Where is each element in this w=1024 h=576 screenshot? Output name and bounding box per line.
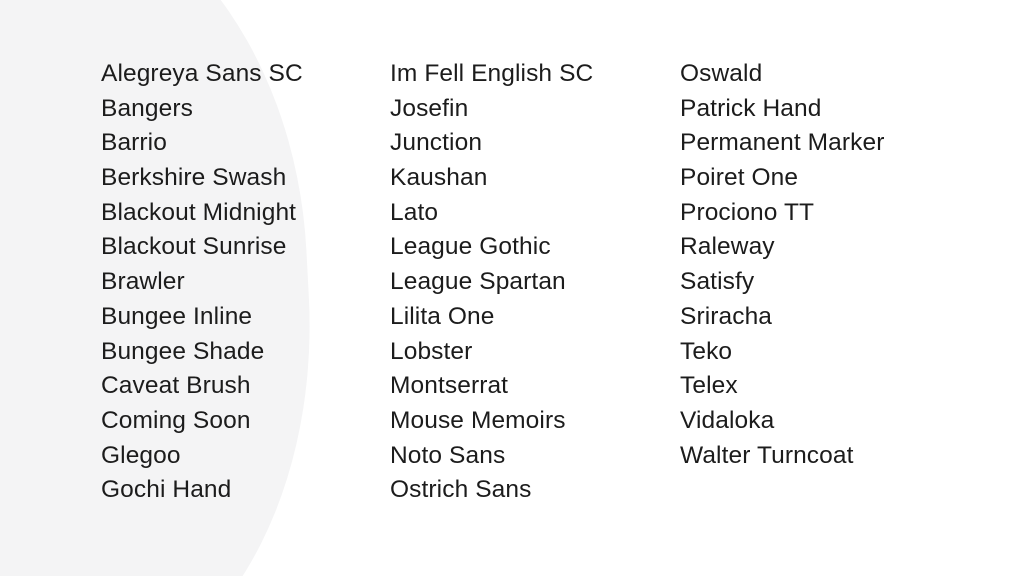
font-name-item: Lobster — [390, 337, 473, 365]
font-name-item: Bungee Shade — [101, 337, 265, 365]
font-name-item: Coming Soon — [101, 406, 251, 434]
font-name-item: Blackout Midnight — [101, 198, 297, 226]
font-name-item: Barrio — [101, 129, 167, 157]
font-name-item: Sriracha — [680, 302, 773, 330]
font-name-item: Gochi Hand — [101, 476, 232, 504]
font-name-item: Patrick Hand — [680, 94, 822, 122]
font-name-item: Noto Sans — [390, 441, 506, 469]
font-name-item: Ostrich Sans — [390, 476, 532, 504]
font-name-item: Bungee Inline — [101, 302, 253, 330]
font-list-column-2: Im Fell English SC Josefin Junction Kaushan… — [390, 57, 670, 508]
font-name-item: Josefin — [390, 94, 469, 122]
font-name-item: Vidaloka — [680, 406, 775, 434]
slide-canvas: Alegreya Sans SC Bangers Barrio Berkshire S… — [0, 0, 1024, 576]
font-name-item: League Gothic — [390, 233, 551, 261]
font-name-item: Walter Turncoat — [680, 441, 854, 469]
font-name-item: Telex — [680, 372, 738, 400]
font-name-item: Permanent Marker — [680, 129, 885, 157]
font-name-item: Teko — [680, 337, 733, 365]
font-name-item: Poiret One — [680, 164, 799, 192]
font-name-item: Alegreya Sans SC — [101, 60, 303, 87]
font-name-item: Kaushan — [390, 164, 488, 192]
font-name-item: Junction — [390, 129, 483, 157]
font-name-item: Oswald — [680, 60, 763, 87]
font-name-item: Glegoo — [101, 441, 181, 469]
font-name-item: Mouse Memoirs — [390, 406, 566, 434]
font-name-item: Caveat Brush — [101, 372, 251, 400]
font-name-item: Bangers — [101, 94, 193, 122]
font-name-item: Im Fell English SC — [390, 60, 594, 87]
font-name-item: Lato — [390, 198, 439, 226]
font-list-column-3: Oswald Patrick Hand Permanent Marker Poiret… — [680, 57, 980, 473]
font-name-item: Satisfy — [680, 268, 755, 296]
font-name-item: League Spartan — [390, 268, 566, 296]
font-name-item: Prociono TT — [680, 198, 815, 226]
font-name-item: Brawler — [101, 268, 185, 296]
font-name-item: Lilita One — [390, 302, 495, 330]
font-list-column-1: Alegreya Sans SC Bangers Barrio Berkshire S… — [101, 57, 371, 508]
font-name-item: Raleway — [680, 233, 775, 261]
font-name-item: Montserrat — [390, 372, 509, 400]
font-list-columns: Alegreya Sans SC Bangers Barrio Berkshire S… — [0, 0, 1024, 576]
font-name-item: Blackout Sunrise — [101, 233, 287, 261]
font-name-item: Berkshire Swash — [101, 164, 287, 192]
